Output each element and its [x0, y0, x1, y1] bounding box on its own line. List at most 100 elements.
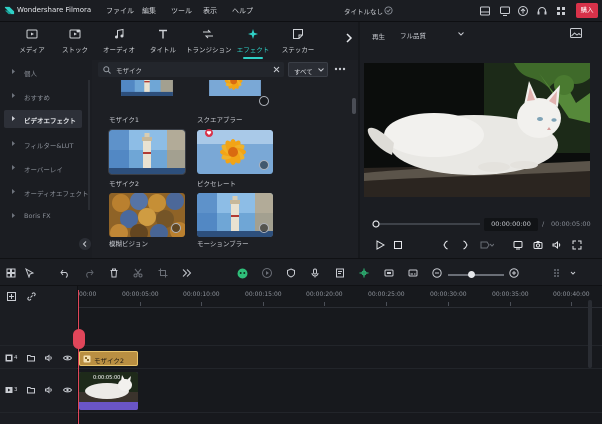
menu-file[interactable]: ファイル [106, 6, 134, 16]
sidebar-item-video-effects[interactable]: ビデオエフェクト [4, 110, 82, 128]
sidebar-item-boris-fx[interactable]: Boris FX [4, 207, 82, 225]
more-options-icon[interactable] [334, 67, 346, 71]
scissors-icon[interactable] [133, 268, 143, 278]
subtitle-icon[interactable] [408, 268, 418, 278]
filter-select[interactable]: すべて [288, 62, 328, 77]
effect-clip[interactable]: モザイク2 [79, 351, 138, 366]
tab-stock[interactable]: ストック [53, 22, 97, 60]
more-tools-icon[interactable] [182, 268, 192, 278]
stop-icon[interactable] [393, 240, 403, 250]
buy-button[interactable]: 購入 [576, 3, 598, 18]
sidebar-item-recommended[interactable]: おすすめ [4, 87, 82, 105]
zoom-slider-handle[interactable] [468, 271, 475, 278]
download-icon[interactable] [259, 96, 269, 106]
menu-view[interactable]: 表示 [203, 6, 217, 16]
ai-copilot-icon[interactable] [237, 268, 248, 279]
effect-thumbnail[interactable] [197, 193, 273, 237]
mark-out-icon[interactable] [460, 240, 470, 250]
browser-scrollbar[interactable] [352, 98, 356, 114]
image-snapshot-icon[interactable] [570, 28, 582, 38]
sidebar-item-personal[interactable]: 個人 [4, 63, 82, 81]
effect-thumbnail[interactable] [109, 80, 185, 110]
chevron-down-icon[interactable] [570, 268, 576, 278]
video-clip[interactable]: 0:00:05:00 [79, 372, 138, 410]
tab-transition[interactable]: トランジション [186, 22, 232, 60]
volume-icon[interactable] [552, 240, 562, 250]
play-icon[interactable] [375, 240, 385, 250]
folder-icon[interactable] [27, 386, 35, 394]
timeline-scrollbar[interactable] [588, 300, 592, 368]
zoom-in-icon[interactable] [509, 268, 519, 278]
eye-icon[interactable] [63, 386, 72, 394]
sidebar-item-label: 個人 [24, 70, 37, 78]
folder-icon[interactable] [27, 354, 35, 362]
video-preview[interactable] [364, 63, 590, 197]
transition-icon [203, 29, 213, 39]
select-tool-icon[interactable] [25, 268, 35, 278]
playhead-handle[interactable] [73, 329, 85, 349]
text-to-speech-icon[interactable] [335, 268, 345, 278]
undo-icon[interactable] [60, 268, 70, 278]
chevron-right-icon[interactable] [345, 33, 353, 43]
tab-stickers[interactable]: ステッカー [276, 22, 320, 60]
tab-effects[interactable]: エフェクト [231, 22, 275, 60]
tab-media[interactable]: メディア [10, 22, 54, 60]
download-icon[interactable] [259, 223, 269, 233]
fullscreen-icon[interactable] [572, 240, 582, 250]
link-icon[interactable] [27, 292, 36, 301]
playback-scrubber[interactable] [372, 220, 480, 228]
headset-support-icon[interactable] [536, 5, 548, 17]
add-track-icon[interactable] [7, 292, 16, 301]
grid-apps-icon[interactable] [555, 5, 567, 17]
microphone-icon[interactable] [310, 268, 320, 278]
zoom-out-icon[interactable] [432, 268, 442, 278]
crop-icon[interactable] [158, 268, 168, 278]
trash-icon[interactable] [109, 268, 119, 278]
timeline-grid-icon[interactable] [553, 268, 563, 278]
monitor-icon[interactable] [499, 5, 511, 17]
sidebar-item-filters-lut[interactable]: フィルター&LUT [4, 135, 82, 153]
collapse-sidebar-button[interactable] [79, 238, 91, 250]
sidebar-scrollbar[interactable] [88, 80, 90, 210]
filter-value: すべて [294, 68, 313, 76]
render-play-icon[interactable] [262, 268, 272, 278]
speaker-icon[interactable] [45, 354, 53, 362]
search-input[interactable]: モザイク [98, 62, 284, 77]
download-icon[interactable] [171, 223, 181, 233]
tab-stickers-label: ステッカー [281, 46, 315, 54]
cloud-upload-icon[interactable] [517, 5, 529, 17]
lighthouse-thumbnail [109, 80, 185, 110]
layout-icon[interactable] [479, 5, 491, 17]
sidebar-item-overlay[interactable]: オーバーレイ [4, 159, 82, 177]
marker-dropdown-icon[interactable] [480, 240, 494, 250]
heart-favorite-icon[interactable] [205, 129, 213, 137]
speaker-icon[interactable] [45, 386, 53, 394]
search-icon [103, 66, 111, 74]
tab-audio[interactable]: オーディオ [97, 22, 141, 60]
auto-reframe-icon[interactable] [384, 268, 394, 278]
ruler-tick [140, 302, 141, 306]
snap-magnet-icon[interactable] [359, 268, 369, 278]
caret-right-icon [12, 69, 15, 74]
effect-thumbnail[interactable] [109, 193, 185, 237]
close-icon[interactable] [273, 66, 280, 73]
mark-in-icon[interactable] [441, 240, 451, 250]
zoom-slider-track[interactable] [448, 274, 504, 276]
camera-snapshot-icon[interactable] [533, 240, 543, 250]
ruler-tick [448, 302, 449, 306]
eye-icon[interactable] [63, 354, 72, 362]
effect-thumbnail[interactable] [197, 80, 273, 110]
ruler-label: 00:00:10:00 [183, 291, 220, 298]
sidebar-item-audio-effects[interactable]: オーディオエフェクト [4, 183, 89, 201]
redo-icon[interactable] [84, 268, 94, 278]
display-settings-icon[interactable] [513, 240, 523, 250]
menu-tools[interactable]: ツール [171, 6, 192, 16]
download-icon[interactable] [259, 160, 269, 170]
menu-help[interactable]: ヘルプ [232, 6, 253, 16]
effect-thumbnail-selected[interactable] [108, 129, 186, 175]
tab-title[interactable]: タイトル [141, 22, 185, 60]
menu-edit[interactable]: 編集 [142, 6, 156, 16]
layout-grid-icon[interactable] [6, 268, 16, 278]
shield-icon[interactable] [286, 268, 296, 278]
quality-select[interactable]: フル品質 [396, 27, 468, 41]
